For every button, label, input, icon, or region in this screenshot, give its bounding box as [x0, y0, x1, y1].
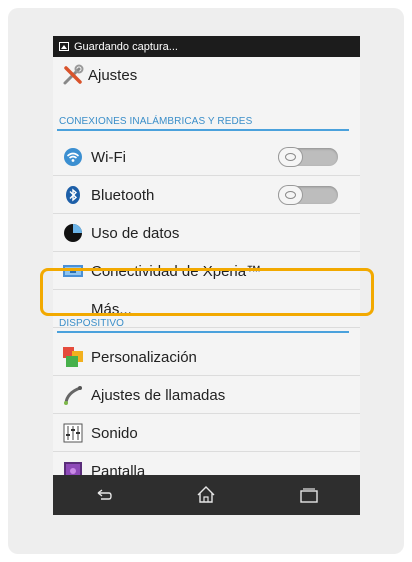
settings-item-personalization[interactable]: Personalización	[53, 339, 360, 376]
settings-item-bluetooth[interactable]: Bluetooth	[53, 177, 360, 214]
bluetooth-toggle[interactable]	[278, 186, 338, 204]
settings-item-label: Bluetooth	[91, 186, 155, 204]
page-title: Ajustes	[88, 66, 138, 84]
personalization-icon	[63, 347, 83, 367]
wifi-toggle[interactable]	[278, 148, 338, 166]
bluetooth-icon	[63, 185, 83, 205]
highlight-box	[40, 268, 374, 316]
status-text: Guardando captura...	[74, 40, 178, 53]
settings-item-sound[interactable]: Sonido	[53, 415, 360, 452]
screenshot-icon	[59, 42, 69, 51]
status-bar: Guardando captura...	[53, 36, 360, 57]
title-bar: Ajustes	[53, 57, 360, 93]
data-usage-icon	[63, 223, 83, 243]
settings-item-wifi[interactable]: Wi-Fi	[53, 139, 360, 176]
wifi-icon	[63, 147, 83, 167]
equalizer-icon	[63, 423, 83, 443]
settings-tools-icon	[62, 64, 84, 86]
settings-item-label: Ajustes de llamadas	[91, 386, 226, 404]
navigation-bar	[53, 475, 360, 515]
section-header-device: DISPOSITIVO	[57, 316, 349, 333]
settings-item-label: Wi-Fi	[91, 148, 126, 166]
recent-apps-icon[interactable]	[298, 484, 320, 506]
settings-item-label: Sonido	[91, 424, 138, 442]
settings-item-label: Personalización	[91, 348, 197, 366]
home-icon[interactable]	[195, 484, 217, 506]
settings-item-data-usage[interactable]: Uso de datos	[53, 215, 360, 252]
back-icon[interactable]	[93, 484, 115, 506]
settings-item-label: Uso de datos	[91, 224, 180, 242]
settings-item-call-settings[interactable]: Ajustes de llamadas	[53, 377, 360, 414]
phone-handset-icon	[63, 385, 83, 405]
section-header-wireless: CONEXIONES INALÁMBRICAS Y REDES	[57, 114, 349, 131]
